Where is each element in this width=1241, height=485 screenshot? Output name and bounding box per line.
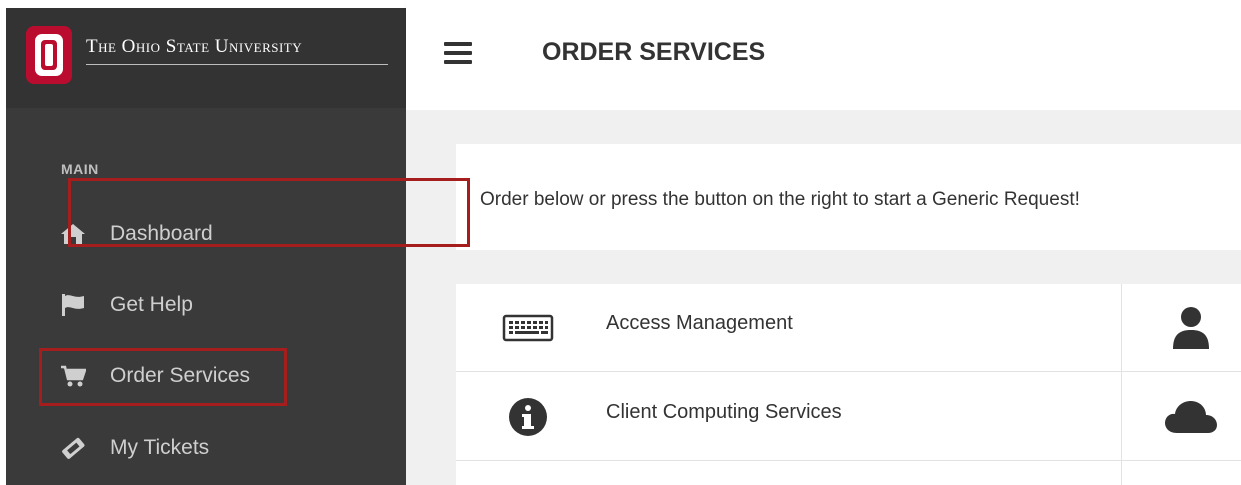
service-label: Access Management xyxy=(606,312,793,334)
highlight-box-access-management xyxy=(68,178,470,247)
flag-icon xyxy=(60,292,86,318)
service-row-partial xyxy=(456,462,1241,485)
service-label: Client Computing Services xyxy=(606,401,842,423)
keyboard-icon xyxy=(500,308,556,348)
sidebar-item-get-help[interactable]: Get Help xyxy=(42,281,342,329)
notice-panel: Order below or press the button on the r… xyxy=(456,144,1241,250)
page-title: ORDER SERVICES xyxy=(542,38,766,66)
services-table: Access Management Client Computing Servi… xyxy=(456,284,1241,485)
cloud-icon xyxy=(1161,393,1221,441)
info-icon xyxy=(500,397,556,437)
service-row-client-computing[interactable]: Client Computing Services xyxy=(456,373,1241,461)
highlight-box-order-services xyxy=(39,348,287,406)
sidebar-item-my-tickets[interactable]: My Tickets xyxy=(42,424,342,472)
sidebar-section-main: MAIN xyxy=(61,161,99,177)
brand-header[interactable]: The Ohio State University xyxy=(6,8,406,108)
user-icon xyxy=(1161,304,1221,352)
hamburger-icon[interactable] xyxy=(444,42,472,64)
top-bar: ORDER SERVICES xyxy=(406,0,1241,110)
osu-logo xyxy=(26,26,72,84)
sidebar-item-label: Get Help xyxy=(110,293,193,316)
service-row-access-management[interactable]: Access Management xyxy=(456,284,1241,372)
ticket-icon xyxy=(60,435,86,461)
university-name: The Ohio State University xyxy=(86,36,388,65)
notice-text: Order below or press the button on the r… xyxy=(480,189,1080,210)
sidebar-item-label: My Tickets xyxy=(110,436,210,459)
main-content: Order below or press the button on the r… xyxy=(406,110,1241,485)
